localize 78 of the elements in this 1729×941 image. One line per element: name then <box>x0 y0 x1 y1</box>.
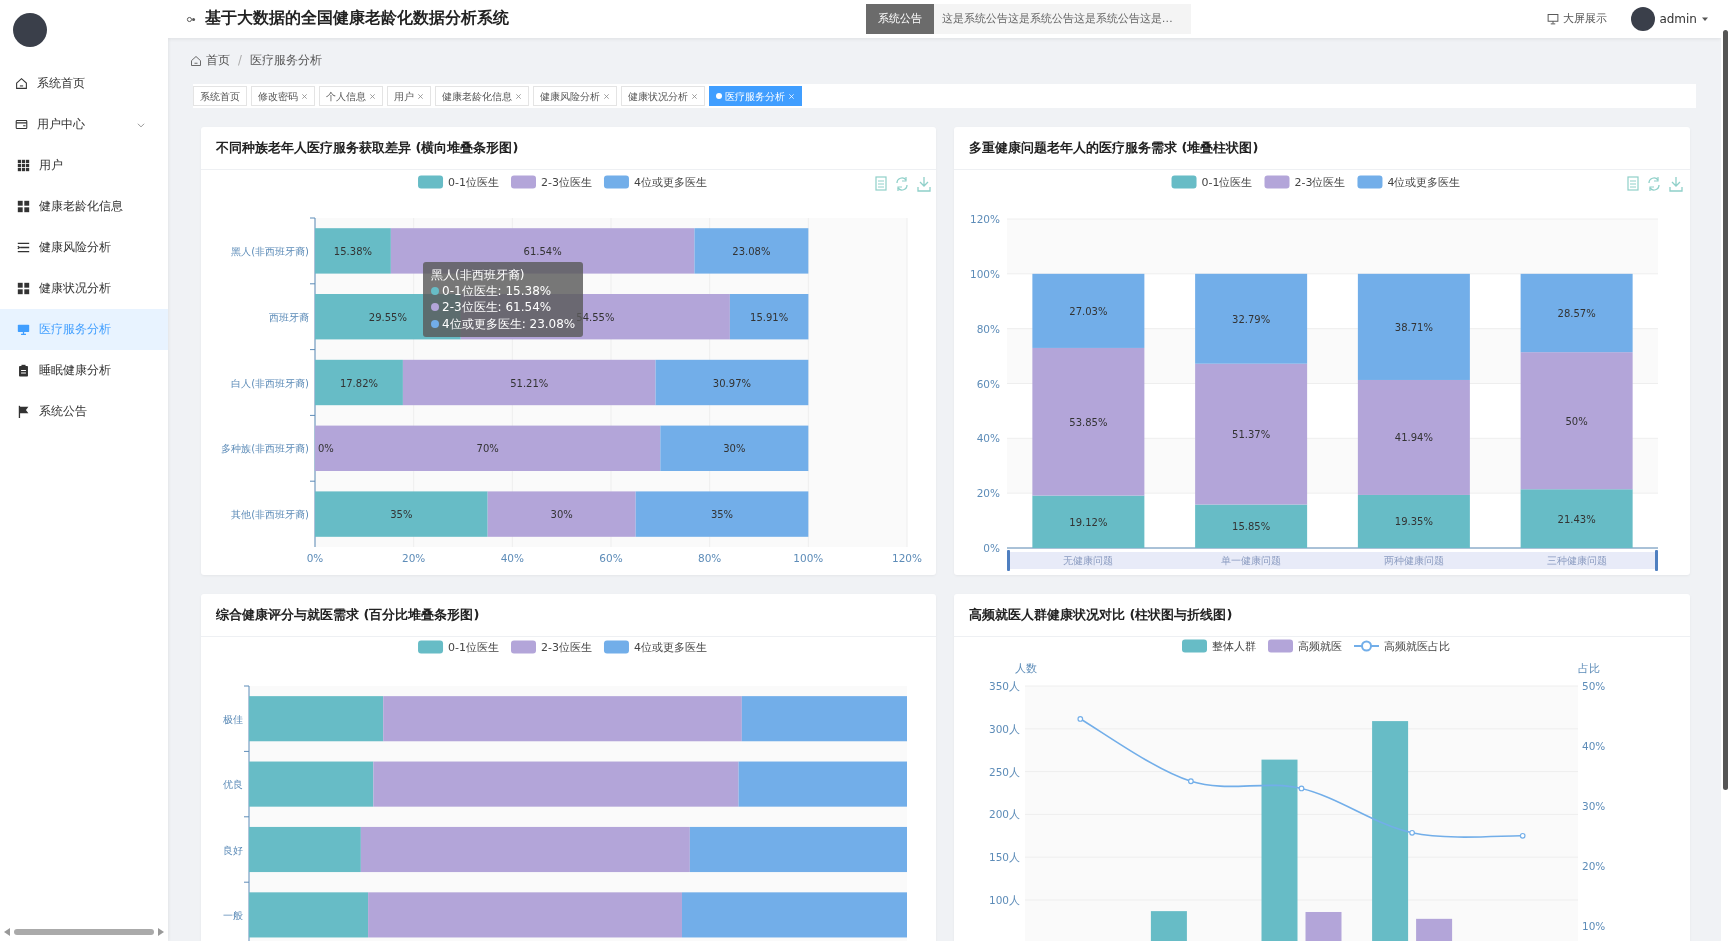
tick-label: 40% <box>976 432 1000 445</box>
data-label: 61.54% <box>523 245 562 257</box>
axis-label: 两种健康问题 <box>1383 555 1444 566</box>
tick-label: 50% <box>1582 680 1606 692</box>
data-label: 21.43% <box>1557 513 1596 525</box>
data-label: 17.82% <box>339 377 379 389</box>
data-label: 51.37% <box>1232 429 1271 441</box>
axis-label: 白人(非西班牙裔) <box>231 377 309 389</box>
axis-label: 一般 <box>223 909 243 921</box>
tooltip-title: 黑人(非西班牙裔) <box>431 267 526 284</box>
data-label: 28.57% <box>1557 308 1596 319</box>
data-label: 32.79% <box>1232 313 1271 325</box>
breadcrumb-current: 医疗服务分析 <box>249 52 322 70</box>
axis-title: 人数 <box>1015 662 1037 674</box>
axis-title: 占比 <box>1578 662 1600 674</box>
data-label: 15.85% <box>1232 521 1271 533</box>
tick-label: 20% <box>1582 859 1606 872</box>
data-label: 19.35% <box>1394 516 1433 528</box>
data-label: 30% <box>723 443 746 455</box>
tick-label: 100人 <box>988 894 1020 906</box>
data-label: 30.97% <box>712 377 751 389</box>
data-label: 0% <box>318 443 334 455</box>
axis-label: 三种健康问题 <box>1546 555 1607 566</box>
tick-label: 200人 <box>988 808 1020 821</box>
data-label: 15.91% <box>750 311 789 323</box>
axis-label: 其他(非西班牙裔) <box>231 509 309 521</box>
notice-label: 系统公告 <box>865 4 934 34</box>
tick-label: 80% <box>976 322 1000 335</box>
data-label: 19.12% <box>1069 516 1108 528</box>
axis-label: 多种族(非西班牙裔) <box>221 443 309 455</box>
card-title: 不同种族老年人医疗服务获取差异 (横向堆叠条形图) <box>216 139 519 158</box>
breadcrumb-separator: / <box>238 52 242 70</box>
tick-label: 300人 <box>988 722 1020 735</box>
tick-label: 20% <box>976 487 1000 500</box>
card-title: 高频就医人群健康状况对比 (柱状图与折线图) <box>969 606 1233 625</box>
axis-label: 黑人(非西班牙裔) <box>231 245 309 257</box>
tooltip-row: 2-3位医生: 61.54% <box>442 300 552 315</box>
data-label: 23.08% <box>732 245 771 257</box>
tooltip-row: 4位或更多医生: 23.08% <box>442 316 576 331</box>
data-label: 35% <box>390 509 413 521</box>
axis-label: 优良 <box>223 779 243 791</box>
axis-label: 西班牙裔 <box>269 311 309 323</box>
data-label: 30% <box>550 509 573 521</box>
tick-label: 150人 <box>988 851 1020 864</box>
card-title: 综合健康评分与就医需求 (百分比堆叠条形图) <box>216 606 480 625</box>
data-label: 51.21% <box>510 377 549 389</box>
data-label: 27.03% <box>1069 305 1108 317</box>
data-label: 35% <box>710 509 734 521</box>
tick-label: 40% <box>1582 739 1606 752</box>
notice-text: 这是系统公告这是系统公告这是系统公告这是… <box>940 10 1173 27</box>
axis-label: 无健康问题 <box>1063 555 1114 566</box>
tick-label: 120% <box>892 552 922 564</box>
axis-label: 极佳 <box>223 713 243 725</box>
tick-label: 20% <box>402 552 426 564</box>
axis-label: 良好 <box>223 844 243 856</box>
tick-label: 0% <box>983 542 1000 554</box>
tick-label: 350人 <box>988 680 1020 692</box>
tick-label: 80% <box>698 552 722 564</box>
card-title: 多重健康问题老年人的医疗服务需求 (堆叠柱状图) <box>969 139 1259 158</box>
tick-label: 100% <box>969 267 1000 280</box>
tick-label: 60% <box>599 552 623 564</box>
app-title: 基于大数据的全国健康老龄化数据分析系统 <box>205 8 509 30</box>
data-label: 29.55% <box>368 311 407 323</box>
tick-label: 120% <box>969 213 1000 225</box>
data-label: 70% <box>476 443 499 455</box>
tick-label: 10% <box>1582 919 1606 932</box>
data-label: 53.85% <box>1069 416 1108 428</box>
tick-label: 30% <box>1582 799 1606 812</box>
tick-label: 40% <box>500 552 524 564</box>
data-label: 38.71% <box>1394 321 1433 333</box>
tick-label: 250人 <box>988 765 1020 778</box>
tick-label: 60% <box>976 377 1000 390</box>
tick-label: 100% <box>793 552 824 564</box>
data-label: 15.38% <box>333 245 372 257</box>
tooltip-row: 0-1位医生: 15.38% <box>442 284 552 299</box>
data-label: 41.94% <box>1394 432 1433 444</box>
tick-label: 0% <box>306 552 324 564</box>
data-label: 50% <box>1565 415 1588 427</box>
